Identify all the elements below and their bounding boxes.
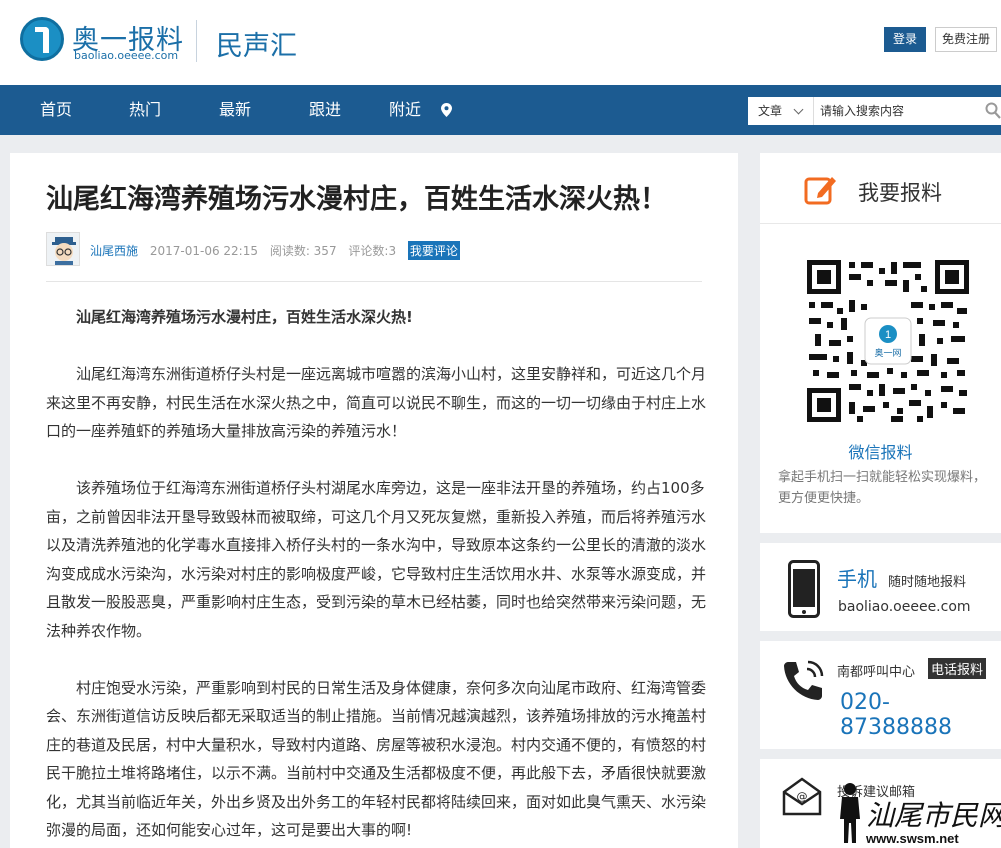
article-paragraph: 汕尾红海湾东洲街道桥仔头村是一座远离城市喧嚣的滨海小山村，这里安静祥和，可近这几… bbox=[46, 365, 707, 440]
nav-item-latest[interactable]: 最新 bbox=[219, 85, 251, 135]
sidebar-gap bbox=[760, 749, 1001, 759]
main-nav: 首页 热门 最新 跟进 附近 文章 bbox=[0, 85, 1001, 135]
article-body: 汕尾红海湾养殖场污水漫村庄，百姓生活水深火热! 汕尾红海湾东洲街道桥仔头村是一座… bbox=[46, 303, 706, 848]
search-scope-select[interactable]: 文章 bbox=[748, 97, 814, 125]
sidebar: 我要报料 1 奥一网 微信报料 拿起手机扫一扫就能轻松实现爆料，更方便更快捷。 bbox=[760, 153, 1001, 848]
qr-badge-text: 奥一网 bbox=[874, 347, 901, 359]
call-center-number[interactable]: 020-87388888 bbox=[840, 690, 1001, 740]
mobile-phone-icon bbox=[788, 560, 820, 618]
sidebar-divider bbox=[760, 223, 1001, 224]
svg-text:1: 1 bbox=[885, 329, 891, 341]
chevron-down-icon bbox=[793, 104, 804, 115]
site-header: 奥一报料 baoliao.oeeee.com 民声汇 登录 免费注册 bbox=[0, 0, 1001, 85]
meta-divider bbox=[46, 281, 702, 282]
wechat-qr-code: 1 奥一网 bbox=[807, 260, 969, 422]
watermark-url: www.swsm.net bbox=[865, 831, 959, 846]
avatar-cartoon-icon bbox=[47, 233, 79, 265]
register-button[interactable]: 免费注册 bbox=[935, 27, 997, 52]
swsm-watermark-logo: 汕尾市民网 www.swsm.net bbox=[840, 783, 1001, 846]
search-scope-label: 文章 bbox=[758, 104, 783, 118]
brand-url[interactable]: baoliao.oeeee.com bbox=[74, 49, 178, 62]
article-paragraph: 村庄饱受水污染，严重影响到村民的日常生活及身体健康，奈何多次向汕尾市政府、红海湾… bbox=[46, 678, 707, 840]
edit-report-icon bbox=[804, 177, 836, 205]
sidebar-gap bbox=[760, 533, 1001, 543]
telephone-icon bbox=[784, 660, 824, 700]
nav-item-nearby[interactable]: 附近 bbox=[389, 85, 421, 135]
call-center-label: 南都呼叫中心 bbox=[837, 665, 916, 680]
sidebar-gap bbox=[760, 631, 1001, 641]
search-input[interactable] bbox=[814, 97, 1001, 125]
article-lead: 汕尾红海湾养殖场污水漫村庄，百姓生活水深火热! bbox=[76, 308, 413, 326]
nav-item-hot[interactable]: 热门 bbox=[129, 85, 161, 135]
location-pin-icon[interactable] bbox=[441, 103, 452, 117]
svg-text:@: @ bbox=[797, 790, 808, 803]
section-name[interactable]: 民声汇 bbox=[216, 24, 297, 63]
article-title: 汕尾红海湾养殖场污水漫村庄，百姓生活水深火热！ bbox=[46, 184, 667, 215]
mobile-url[interactable]: baoliao.oeeee.com bbox=[838, 599, 971, 615]
mobile-tagline: 随时随地报料 bbox=[888, 575, 967, 590]
login-button[interactable]: 登录 bbox=[884, 27, 926, 52]
article-datetime: 2017-01-06 22:15 bbox=[149, 244, 258, 258]
author-name[interactable]: 汕尾西施 bbox=[90, 244, 138, 258]
article-paragraph: 该养殖场位于红海湾东洲街道桥仔头村湖尾水库旁边，这是一座非法开垦的养殖场，约占1… bbox=[46, 479, 707, 640]
search-icon[interactable] bbox=[985, 102, 1001, 120]
oeeee-logo-icon[interactable] bbox=[20, 17, 64, 61]
brand-divider bbox=[196, 20, 197, 62]
watermark-name: 汕尾市民网 bbox=[866, 799, 1001, 832]
author-avatar[interactable] bbox=[46, 232, 80, 266]
wechat-report-label[interactable]: 微信报料 bbox=[760, 439, 1001, 463]
wechat-report-desc: 拿起手机扫一扫就能轻松实现爆料，更方便更快捷。 bbox=[778, 470, 987, 506]
article-panel: 汕尾红海湾养殖场污水漫村庄，百姓生活水深火热！ 汕尾西施 2017-01-06 … bbox=[10, 153, 738, 848]
mobile-title[interactable]: 手机 bbox=[837, 563, 877, 592]
read-count: 阅读数: 357 bbox=[269, 244, 337, 258]
report-title[interactable]: 我要报料 bbox=[858, 177, 942, 207]
comment-button[interactable]: 我要评论 bbox=[407, 241, 460, 260]
mail-icon: @ bbox=[782, 777, 822, 816]
comment-count: 评论数:3 bbox=[348, 244, 397, 258]
nav-item-home[interactable]: 首页 bbox=[40, 85, 72, 135]
nav-item-follow[interactable]: 跟进 bbox=[309, 85, 341, 135]
phone-report-badge: 电话报料 bbox=[928, 658, 987, 679]
article-meta: 汕尾西施 2017-01-06 22:15 阅读数: 357 评论数:3 我要评… bbox=[90, 241, 460, 260]
